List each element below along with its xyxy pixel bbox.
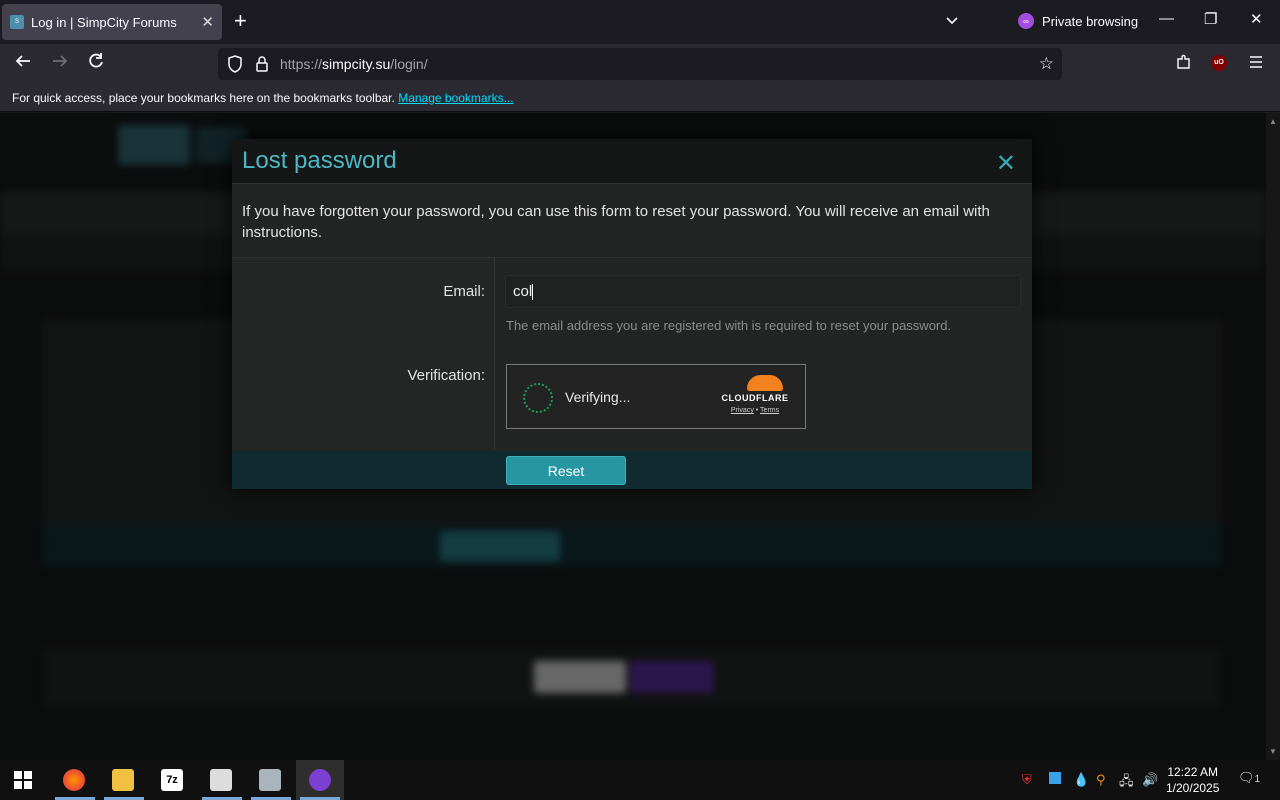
- extensions-button[interactable]: [1176, 54, 1192, 75]
- tray-search-icon[interactable]: ⚲: [1096, 772, 1106, 788]
- manage-bookmarks-link[interactable]: Manage bookmarks...: [398, 91, 513, 105]
- system-app-icon[interactable]: [259, 769, 281, 791]
- firefox-private-taskbar-item[interactable]: [296, 760, 344, 800]
- tray-app-icon[interactable]: [1049, 772, 1061, 787]
- new-tab-button[interactable]: +: [234, 10, 247, 32]
- loading-spinner-icon: [523, 383, 553, 413]
- form-label-column: Email: Verification:: [232, 258, 495, 450]
- network-icon[interactable]: 🖧: [1119, 772, 1134, 794]
- dialog-close-icon[interactable]: ✕: [996, 149, 1016, 178]
- email-field-value: col: [513, 283, 533, 300]
- lock-icon[interactable]: [255, 55, 269, 78]
- notification-count: 1: [1254, 774, 1261, 785]
- roblox-icon[interactable]: [210, 769, 232, 791]
- volume-icon[interactable]: 🔊: [1142, 772, 1158, 788]
- ublock-origin-icon[interactable]: uO: [1211, 55, 1227, 71]
- arrow-left-icon: [15, 55, 30, 67]
- url-scheme: https://: [280, 56, 323, 72]
- minimize-button[interactable]: —: [1159, 10, 1174, 27]
- back-button[interactable]: [14, 52, 32, 75]
- restore-button[interactable]: ❐: [1204, 10, 1217, 28]
- email-label: Email:: [443, 283, 485, 300]
- lost-password-dialog: Lost password ✕ If you have forgotten yo…: [232, 139, 1032, 489]
- scroll-up-arrow-icon[interactable]: ▲: [1269, 117, 1277, 126]
- puzzle-icon: [1177, 54, 1190, 69]
- url-text: https://simpcity.su/login/: [280, 56, 428, 72]
- verification-label: Verification:: [407, 367, 485, 384]
- arrow-right-icon: [53, 55, 68, 67]
- cloudflare-wordmark: CLOUDFLARE: [721, 393, 789, 403]
- system-clock[interactable]: 12:22 AM 1/20/2025: [1166, 764, 1219, 796]
- forward-button[interactable]: [51, 52, 69, 75]
- windows-taskbar: 7z ⛨ 💧 ⚲ 🖧 🔊 12:22 AM 1/20/2025 🗨1: [0, 760, 1280, 800]
- cloudflare-privacy-link[interactable]: Privacy: [731, 407, 754, 414]
- reset-button[interactable]: Reset: [506, 456, 626, 485]
- private-browsing-label: Private browsing: [1042, 13, 1139, 29]
- firefox-icon[interactable]: [63, 769, 85, 791]
- cloudflare-branding: CLOUDFLARE Privacy • Terms: [715, 375, 795, 414]
- 7zip-icon[interactable]: 7z: [161, 769, 183, 791]
- site-favicon-icon: S: [10, 15, 24, 29]
- notifications-button[interactable]: 🗨1: [1238, 770, 1260, 786]
- bookmarks-toolbar: For quick access, place your bookmarks h…: [0, 84, 1280, 112]
- bookmark-star-icon[interactable]: ☆: [1039, 54, 1054, 74]
- url-domain: simpcity.su: [322, 56, 391, 72]
- reload-icon: [89, 53, 103, 68]
- text-cursor: [532, 284, 534, 301]
- windows-start-button[interactable]: [14, 771, 32, 794]
- tab-title: Log in | SimpCity Forums: [31, 14, 177, 30]
- dialog-description: If you have forgotten your password, you…: [232, 184, 1032, 258]
- tray-drop-icon[interactable]: 💧: [1073, 772, 1089, 788]
- cloudflare-turnstile-widget[interactable]: Verifying... CLOUDFLARE Privacy • Terms: [506, 364, 806, 429]
- email-field[interactable]: col: [505, 275, 1021, 308]
- scroll-down-arrow-icon[interactable]: ▼: [1269, 747, 1277, 756]
- list-all-tabs-button[interactable]: [944, 12, 960, 33]
- app-menu-button[interactable]: [1248, 54, 1264, 75]
- navigation-toolbar: https://simpcity.su/login/ ☆ uO: [0, 44, 1280, 84]
- notification-icon: 🗨: [1238, 770, 1255, 785]
- turnstile-status: Verifying...: [565, 389, 631, 405]
- tab-active[interactable]: S Log in | SimpCity Forums ✕: [2, 4, 222, 40]
- windows-logo-icon: [14, 771, 32, 789]
- tab-close-icon[interactable]: ✕: [201, 13, 214, 31]
- clock-time: 12:22 AM: [1167, 765, 1219, 779]
- form-body: Email: Verification: col The email addre…: [232, 258, 1032, 450]
- private-browsing-indicator: ∞ Private browsing: [1018, 13, 1138, 29]
- page-scrollbar[interactable]: ▲ ▼: [1266, 113, 1280, 760]
- private-mask-icon: ∞: [1018, 13, 1034, 29]
- cloudflare-terms-link[interactable]: Terms: [760, 407, 779, 414]
- chevron-down-icon: [946, 17, 958, 25]
- cloudflare-links: Privacy • Terms: [715, 407, 795, 414]
- firefox-private-icon: [309, 769, 331, 791]
- email-hint: The email address you are registered wit…: [506, 318, 952, 333]
- tab-strip: S Log in | SimpCity Forums ✕ + ∞ Private…: [0, 0, 1280, 44]
- tray-security-icon[interactable]: ⛨: [1022, 772, 1032, 788]
- bookmarks-hint-text: For quick access, place your bookmarks h…: [12, 91, 395, 105]
- form-input-column: col The email address you are registered…: [495, 258, 1032, 450]
- url-bar[interactable]: https://simpcity.su/login/ ☆: [218, 48, 1062, 80]
- reload-button[interactable]: [87, 52, 105, 75]
- dialog-footer: Reset: [232, 451, 1032, 489]
- url-path: /login/: [390, 56, 428, 72]
- page-content: Lost password ✕ If you have forgotten yo…: [0, 113, 1280, 760]
- dialog-title: Lost password: [242, 147, 397, 174]
- dialog-header: Lost password ✕: [232, 139, 1032, 184]
- clock-date: 1/20/2025: [1166, 781, 1220, 795]
- tracking-protection-shield-icon[interactable]: [227, 55, 243, 78]
- file-explorer-icon[interactable]: [112, 769, 134, 791]
- hamburger-menu-icon: [1250, 56, 1262, 68]
- close-window-button[interactable]: ✕: [1250, 10, 1263, 28]
- cloudflare-cloud-icon: [747, 375, 783, 391]
